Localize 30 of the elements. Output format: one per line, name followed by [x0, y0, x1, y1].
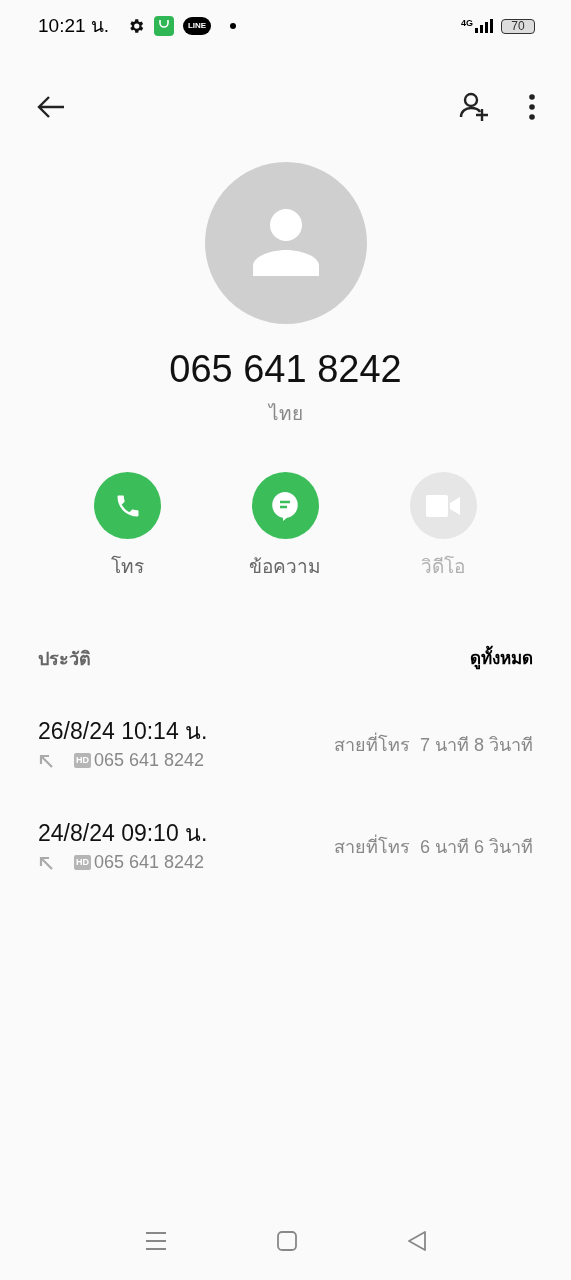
section-title: ประวัติ: [38, 647, 91, 671]
back-arrow-icon[interactable]: [36, 95, 66, 119]
outgoing-arrow-icon: [38, 854, 54, 871]
action-label: วิดีโอ: [421, 554, 466, 579]
location-label: ไทย: [268, 401, 303, 426]
message-bubble-icon: [271, 490, 300, 521]
call-number: 065 641 8242: [94, 851, 205, 875]
home-square-icon[interactable]: [276, 1231, 297, 1251]
menu-icon[interactable]: [144, 1231, 167, 1251]
call-datetime: 24/8/24 09:10 น.: [38, 818, 208, 848]
shopping-bag-icon: [154, 16, 175, 36]
more-options-icon[interactable]: [529, 94, 535, 120]
call-duration: สายที่โทร 7 นาที 8 วินาที: [333, 732, 533, 759]
battery-icon: 70: [501, 18, 535, 34]
hd-badge: HD: [74, 753, 91, 769]
status-time: 10:21 น.: [38, 13, 110, 38]
chat-bubble-icon: LINE: [183, 17, 212, 35]
call-duration: สายที่โทร 6 นาที 6 วินาที: [333, 834, 533, 861]
call-number: 065 641 8242: [94, 749, 205, 773]
back-triangle-icon[interactable]: [406, 1231, 427, 1251]
action-label: ข้อความ: [249, 555, 322, 579]
view-all-link[interactable]: ดูทั้งหมด: [470, 646, 533, 672]
person-icon: [250, 208, 321, 278]
add-contact-icon[interactable]: [459, 91, 491, 123]
outgoing-arrow-icon: [38, 752, 54, 769]
hd-badge: HD: [74, 855, 91, 871]
phone-number: 065 641 8242: [169, 347, 402, 392]
action-label: โทร: [111, 554, 145, 579]
video-camera-icon: [426, 494, 461, 517]
call-datetime: 26/8/24 10:14 น.: [38, 716, 208, 746]
